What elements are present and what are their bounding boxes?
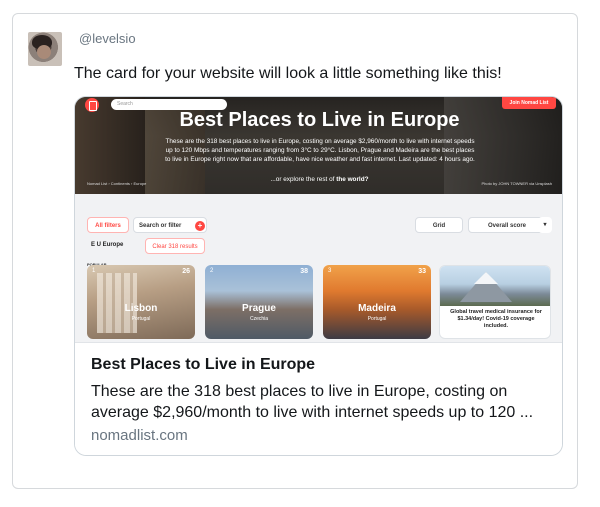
preview-city-card: 2 38 Prague Czechia — [205, 265, 313, 339]
preview-grid-button: Grid — [415, 217, 463, 233]
ad-headline: Global travel medical insurance for $1.3… — [450, 309, 542, 329]
city-rank: 2 — [210, 268, 214, 274]
city-name: Madeira — [358, 303, 396, 314]
link-preview-card[interactable]: Search Join Nomad List Best Places to Li… — [74, 96, 563, 456]
tweet-handle[interactable]: @levelsio — [79, 31, 136, 46]
tweet-card: @levelsio The card for your website will… — [12, 13, 578, 489]
plus-icon: + — [195, 221, 205, 231]
preview-photo-credit: Photo by JOHN TOWNER via Unsplash — [481, 181, 552, 186]
avatar-face — [37, 45, 51, 59]
explore-prefix: ...or explore the rest of — [270, 176, 335, 183]
preview-region-filter: E U Europe — [91, 242, 124, 248]
city-temperature: 38 — [300, 268, 308, 275]
city-name: Lisbon — [124, 303, 158, 314]
card-title: Best Places to Live in Europe — [91, 356, 316, 373]
chevron-down-icon: ▾ — [538, 217, 552, 233]
city-country: Portugal — [367, 316, 387, 322]
city-rank: 3 — [328, 268, 332, 274]
preview-all-filters-button: All filters — [87, 217, 129, 233]
avatar[interactable] — [28, 32, 62, 66]
preview-city-card: 1 26 Lisbon Portugal — [87, 265, 195, 339]
preview-hero-description: These are the 318 best places to live in… — [165, 138, 475, 163]
explore-link: the world? — [336, 176, 369, 183]
preview-hero: Search Join Nomad List Best Places to Li… — [75, 97, 562, 194]
ad-mountain-image — [440, 266, 550, 306]
card-domain: nomadlist.com — [91, 427, 188, 444]
city-country: Portugal — [131, 316, 151, 322]
preview-breadcrumb: Nomad List › Continents › Europe — [87, 181, 147, 186]
preview-city-card: 3 33 Madeira Portugal — [323, 265, 431, 339]
card-preview-image[interactable]: Search Join Nomad List Best Places to Li… — [75, 97, 562, 342]
city-rank: 1 — [92, 268, 96, 274]
city-name: Prague — [242, 303, 276, 314]
tweet-text: The card for your website will look a li… — [74, 65, 502, 82]
card-description: These are the 318 best places to live in… — [91, 383, 534, 421]
city-temperature: 26 — [182, 268, 190, 275]
mountain-snowcap — [474, 272, 498, 284]
city-country: Czechia — [249, 316, 269, 322]
preview-insurance-ad: Global travel medical insurance for $1.3… — [439, 265, 551, 339]
preview-sort-select: Overall score — [468, 217, 546, 233]
preview-clear-results: Clear 318 results — [145, 238, 205, 254]
city-temperature: 33 — [418, 268, 426, 275]
preview-hero-title: Best Places to Live in Europe — [179, 109, 460, 131]
card-body[interactable]: Best Places to Live in Europe These are … — [75, 342, 562, 455]
preview-join-button: Join Nomad List — [502, 97, 556, 109]
